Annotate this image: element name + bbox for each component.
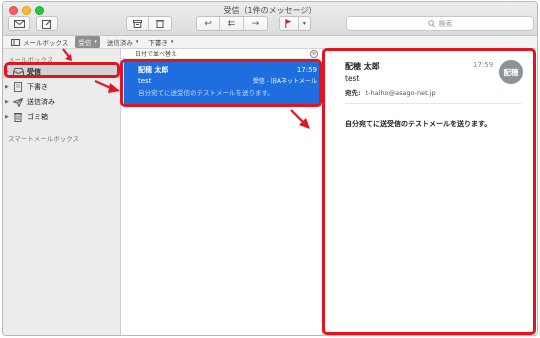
message-mailbox: 受信 - 旧Aネットメール [252,78,317,85]
reply-button[interactable]: ↩ [197,17,221,30]
search-field[interactable]: 検索 [346,16,534,31]
envelope-icon [13,19,25,28]
disclosure-triangle-icon[interactable]: ▶ [5,84,12,90]
reader-subject: test [345,74,360,83]
reply-icon: ↩ [204,18,212,29]
search-placeholder: 検索 [438,19,453,28]
chevron-down-icon: ▾ [302,20,306,27]
favorites-inbox-label: 受信 [78,39,92,47]
message-body: 自分宛てに送受信のテストメールを送ります。 [345,120,492,128]
reader-time: 17:59 [473,61,494,69]
favorites-inbox-button[interactable]: 受信 ▾ [75,36,100,48]
avatar: 配穂 [499,60,523,84]
favorites-mailboxes-button[interactable]: メールボックス [8,36,71,48]
archive-button[interactable] [127,17,150,30]
message-sender: 配穂 太郎 [138,66,169,74]
sidebar-item-sent[interactable]: ▶ 送信済み [3,96,121,108]
reply-group: ↩ ⇇ → [196,16,268,31]
delete-button[interactable] [149,17,171,30]
sidebar-section-smart-mailboxes: スマートメールボックス [8,135,80,143]
header-divider [345,103,521,104]
compose-icon [42,19,52,29]
title-bar: 受信（1件のメッセージ） ↩ ⇇ → ▾ 検索 [3,2,537,36]
reply-all-icon: ⇇ [227,18,236,29]
forward-button[interactable]: → [244,17,267,30]
sidebar-item-trash[interactable]: ▶ ゴミ箱 [3,111,121,123]
recipient-address[interactable]: t-haiho@asago-net.jp [366,89,436,97]
inbox-icon [12,67,24,77]
reading-pane: 配穂 太郎 17:59 配穂 test 宛先: t-haiho@asago-ne… [323,49,537,335]
flag-menu-button[interactable]: ▾ [299,17,310,30]
favorites-sent-label: 送信済み [106,39,133,47]
sidebar-item-label: 下書き [27,83,48,91]
mail-window: 受信（1件のメッセージ） ↩ ⇇ → ▾ 検索 メールボックス 受信 ▾ 送信済… [2,1,538,336]
reader-recipient: 宛先: t-haiho@asago-net.jp [345,87,436,97]
favorites-bar: メールボックス 受信 ▾ 送信済み ▾ 下書き ▾ [3,36,537,49]
sort-label: 日付で並べ替え [135,51,178,58]
archive-icon [133,19,142,28]
favorites-mailboxes-label: メールボックス [23,39,69,47]
disclosure-triangle-icon[interactable]: ▶ [5,99,12,105]
favorites-drafts-label: 下書き [148,39,168,47]
sidebar-item-label: 送信済み [27,98,55,106]
disclosure-triangle-icon[interactable]: ▶ [5,114,12,120]
filter-icon[interactable]: ≡ [310,50,318,58]
sidebar-item-inbox[interactable]: ▶ 受信 [3,66,121,78]
sidebar-toggle-icon [11,38,20,46]
sidebar-item-label: ゴミ箱 [27,113,48,121]
chevron-down-icon: ▾ [135,39,139,45]
sidebar-item-drafts[interactable]: ▶ 下書き [3,81,121,93]
message-list: 日付で並べ替え ≡ 配穂 太郎 17:59 test 受信 - 旧Aネットメール… [121,49,323,335]
mailbox-sidebar: メールボックス ▶ 受信 ▶ 下書き ▶ 送信済み ▶ ゴミ箱 スマートメールボ… [3,49,121,335]
favorites-drafts-button[interactable]: 下書き ▾ [145,36,176,48]
archive-delete-group [126,16,172,31]
message-subject: test [138,77,152,85]
recipient-label: 宛先: [345,89,361,97]
message-time: 17:59 [296,66,317,74]
chevron-down-icon: ▾ [170,39,174,45]
message-preview: 自分宛てに送受信のテストメールを送ります。 [138,89,274,97]
get-mail-button[interactable] [8,16,30,31]
forward-icon: → [251,18,260,29]
sidebar-item-label: 受信 [27,68,41,76]
disclosure-triangle-icon[interactable]: ▶ [5,69,12,75]
flag-group: ▾ [279,16,311,31]
sidebar-section-mailboxes: メールボックス [8,56,54,64]
favorites-sent-button[interactable]: 送信済み ▾ [104,36,142,48]
search-icon [427,20,435,27]
compose-button[interactable] [36,16,58,31]
message-row[interactable]: 配穂 太郎 17:59 test 受信 - 旧Aネットメール 自分宛てに送受信の… [124,62,321,106]
trash-icon [156,20,164,28]
paper-plane-icon [12,97,24,107]
reader-sender: 配穂 太郎 [345,62,380,71]
draft-icon [12,82,24,92]
trash-icon [12,112,24,122]
flag-icon [285,19,292,28]
chevron-down-icon: ▾ [94,39,97,45]
window-title: 受信（1件のメッセージ） [223,6,317,15]
sort-bar[interactable]: 日付で並べ替え ≡ [121,49,322,59]
flag-button[interactable] [280,17,299,30]
reply-all-button[interactable]: ⇇ [220,17,244,30]
